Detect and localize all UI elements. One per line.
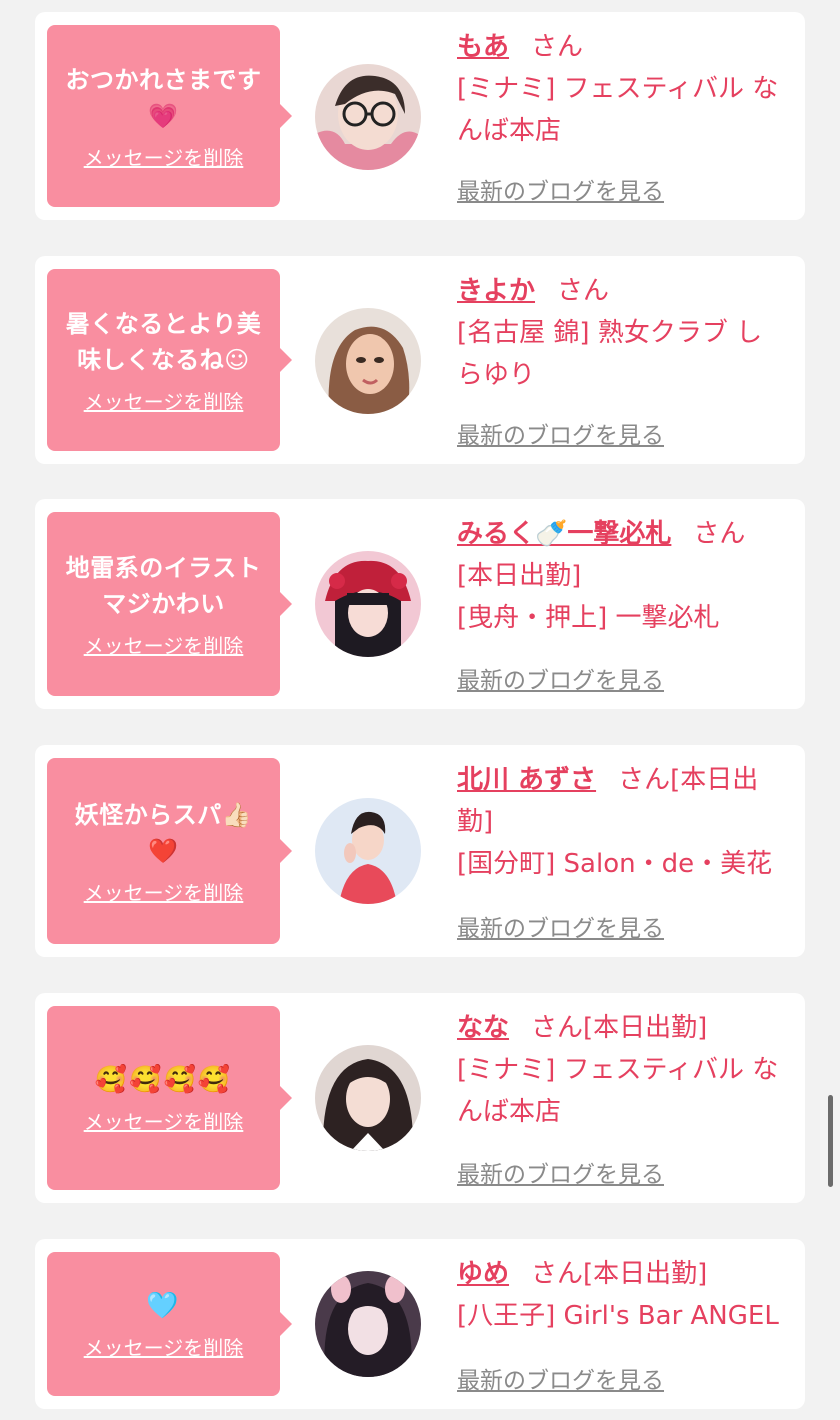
sender-name-link[interactable]: みるく🍼一撃必札 <box>457 519 671 549</box>
avatar[interactable] <box>315 1271 421 1377</box>
honorific: さん[本日出勤] <box>531 1013 708 1043</box>
avatar[interactable] <box>315 1045 421 1151</box>
shop-name: [曳舟・押上] 一撃必札 <box>457 603 720 633</box>
delete-message-link[interactable]: メッセージを削除 <box>84 1110 244 1134</box>
sender-info: なな さん[本日出勤] [ミナミ] フェスティバル なんば本店 <box>457 1007 787 1133</box>
delete-message-link[interactable]: メッセージを削除 <box>84 390 244 414</box>
delete-message-link[interactable]: メッセージを削除 <box>84 881 244 905</box>
avatar[interactable] <box>315 798 421 904</box>
message-text: 🥰🥰🥰🥰 <box>94 1065 233 1095</box>
sender-info: みるく🍼一撃必札 さん [本日出勤] [曳舟・押上] 一撃必札 <box>457 513 787 639</box>
delete-message-link[interactable]: メッセージを削除 <box>84 1336 244 1360</box>
delete-message-link[interactable]: メッセージを削除 <box>84 146 244 170</box>
sender-name-link[interactable]: 北川 あずさ <box>457 765 596 795</box>
message-text: 妖怪からスパ👍🏻 ❤️ <box>74 801 253 865</box>
blog-link[interactable]: 最新のブログを見る <box>457 172 664 206</box>
sender-info: 北川 あずさ さん[本日出勤] [国分町] Salon・de・美花 <box>457 759 787 885</box>
message-bubble: 妖怪からスパ👍🏻 ❤️ メッセージを削除 <box>47 758 292 944</box>
message-card: 🥰🥰🥰🥰 メッセージを削除 なな さん[本日出勤] [ミナミ] フェスティバル な… <box>35 993 805 1203</box>
message-card: 暑くなるとより美味しくなるね☺ メッセージを削除 きよか さん [名古屋 錦] 熟… <box>35 256 805 464</box>
sender-info: もあ さん [ミナミ] フェスティバル なんば本店 <box>457 26 787 152</box>
message-bubble: 🥰🥰🥰🥰 メッセージを削除 <box>47 1006 292 1190</box>
honorific: さん <box>693 519 746 549</box>
shop-name: [ミナミ] フェスティバル なんば本店 <box>457 74 779 146</box>
blog-link[interactable]: 最新のブログを見る <box>457 416 664 450</box>
message-card: 🩵 メッセージを削除 ゆめ さん[本日出勤] [八王子] Girl's Bar A… <box>35 1239 805 1409</box>
message-bubble: 🩵 メッセージを削除 <box>47 1252 292 1396</box>
message-text: 🩵 <box>146 1291 181 1321</box>
sender-info: きよか さん [名古屋 錦] 熟女クラブ しらゆり <box>457 270 787 396</box>
blog-link[interactable]: 最新のブログを見る <box>457 661 664 695</box>
message-bubble: 地雷系のイラスト マジかわい メッセージを削除 <box>47 512 292 696</box>
sender-name-link[interactable]: きよか <box>457 276 535 306</box>
scrollbar[interactable] <box>828 1095 833 1187</box>
sender-info: ゆめ さん[本日出勤] [八王子] Girl's Bar ANGEL <box>457 1253 787 1337</box>
message-card: おつかれさまです 💗 メッセージを削除 もあ さん [ミナミ] フェスティバル な… <box>35 12 805 220</box>
blog-link[interactable]: 最新のブログを見る <box>457 1155 664 1189</box>
avatar[interactable] <box>315 308 421 414</box>
blog-link[interactable]: 最新のブログを見る <box>457 909 664 943</box>
message-text: 暑くなるとより美味しくなるね☺ <box>65 310 262 374</box>
avatar[interactable] <box>315 64 421 170</box>
message-card: 妖怪からスパ👍🏻 ❤️ メッセージを削除 北川 あずさ さん[本日出勤] [国分町… <box>35 745 805 957</box>
shop-status: [本日出勤] <box>457 561 582 591</box>
delete-message-link[interactable]: メッセージを削除 <box>84 634 244 658</box>
message-text: おつかれさまです 💗 <box>65 66 262 130</box>
message-text: 地雷系のイラスト マジかわい <box>65 554 262 618</box>
sender-name-link[interactable]: なな <box>457 1013 509 1043</box>
honorific: さん <box>557 276 610 306</box>
sender-name-link[interactable]: もあ <box>457 32 509 62</box>
message-card: 地雷系のイラスト マジかわい メッセージを削除 みるく🍼一撃必札 さん [本日出勤… <box>35 499 805 709</box>
shop-name: [名古屋 錦] 熟女クラブ しらゆり <box>457 318 763 390</box>
blog-link[interactable]: 最新のブログを見る <box>457 1361 664 1395</box>
shop-name: [八王子] Girl's Bar ANGEL <box>457 1301 779 1331</box>
avatar[interactable] <box>315 551 421 657</box>
shop-name: [国分町] Salon・de・美花 <box>457 849 773 879</box>
honorific: さん <box>531 32 584 62</box>
sender-name-link[interactable]: ゆめ <box>457 1259 509 1289</box>
message-bubble: おつかれさまです 💗 メッセージを削除 <box>47 25 292 207</box>
shop-name: [ミナミ] フェスティバル なんば本店 <box>457 1055 779 1127</box>
message-bubble: 暑くなるとより美味しくなるね☺ メッセージを削除 <box>47 269 292 451</box>
honorific: さん[本日出勤] <box>531 1259 708 1289</box>
